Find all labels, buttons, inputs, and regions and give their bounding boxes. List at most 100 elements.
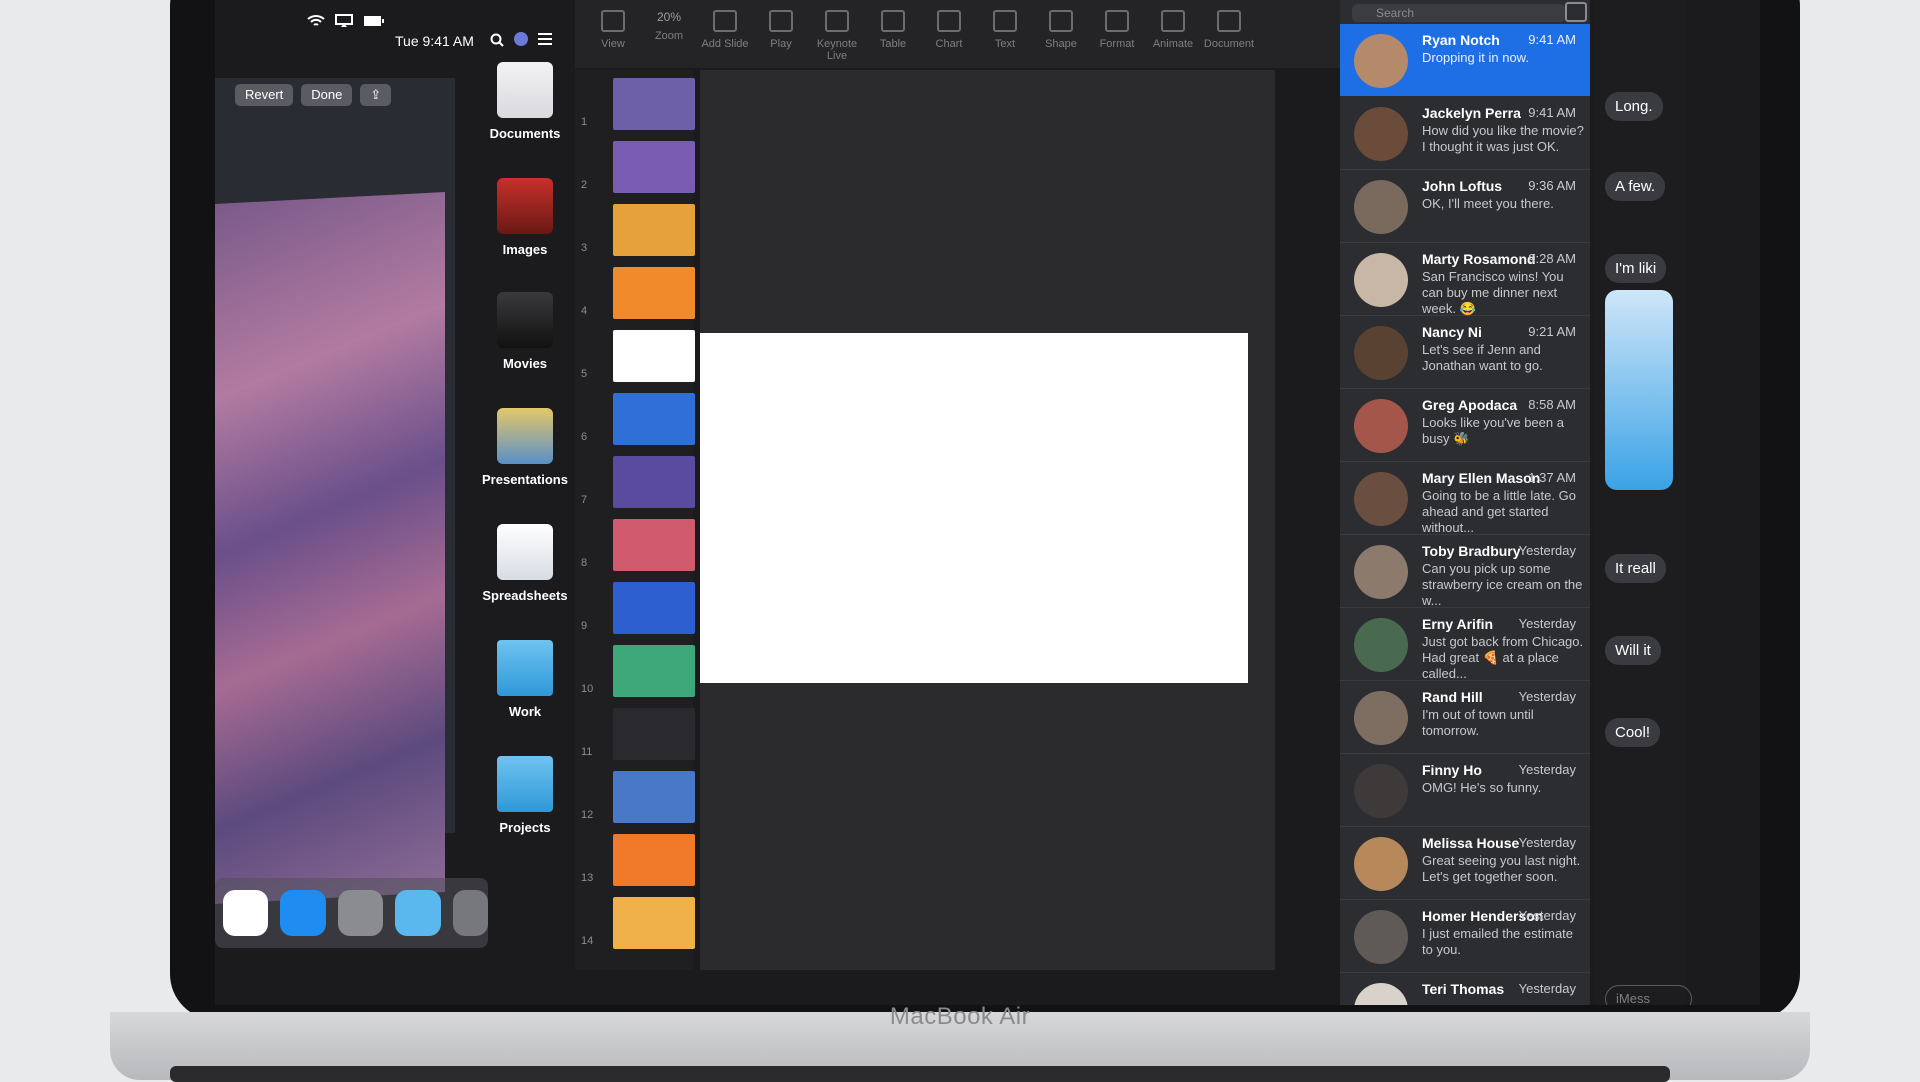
slide-number: 13 bbox=[581, 872, 594, 884]
search-input[interactable]: Search bbox=[1352, 4, 1566, 22]
contact-name: Finny Ho bbox=[1422, 762, 1482, 778]
slide-thumbnail[interactable] bbox=[613, 519, 695, 571]
slide-thumbnail[interactable] bbox=[613, 78, 695, 130]
toolbar-view[interactable]: View bbox=[585, 10, 641, 50]
folder-icon bbox=[497, 756, 553, 812]
dock bbox=[215, 878, 489, 948]
message-time: Yesterday bbox=[1518, 689, 1576, 704]
conversation-row[interactable]: Greg Apodaca 8:58 AM Looks like you've bee… bbox=[1340, 389, 1590, 462]
toolbar-label: Format bbox=[1099, 38, 1135, 50]
slide-number: 10 bbox=[581, 683, 594, 695]
slide-thumbnail[interactable] bbox=[613, 771, 695, 823]
message-preview: Great seeing you last night. Let's get t… bbox=[1422, 853, 1581, 884]
conversation-row[interactable]: Teri Thomas Yesterday bbox=[1340, 973, 1590, 1005]
message-time: 9:41 AM bbox=[1528, 32, 1576, 47]
message-preview: Looks like you've been a busy 🐝 bbox=[1422, 415, 1564, 446]
conversation-row[interactable]: Toby Bradbury Yesterday Can you pick up so… bbox=[1340, 535, 1590, 608]
conversation-row[interactable]: John Loftus 9:36 AM OK, I'll meet you ther… bbox=[1340, 170, 1590, 243]
conversation-row[interactable]: Melissa House Yesterday Great seeing you l… bbox=[1340, 827, 1590, 900]
stack-label: Presentations bbox=[482, 472, 568, 487]
toolbar-keynote-live[interactable]: Keynote Live bbox=[809, 10, 865, 62]
slide-thumbnail[interactable] bbox=[613, 204, 695, 256]
screen: Tue 9:41 AM Revert Done ⇪ Documents Imag… bbox=[215, 0, 1760, 1005]
presentations-icon bbox=[497, 408, 553, 464]
shape-icon bbox=[1049, 10, 1073, 32]
desktop-stacks: Documents Images Movies Presentations Sp… bbox=[455, 40, 595, 900]
slide-number: 1 bbox=[581, 116, 588, 128]
slide-thumbnail[interactable] bbox=[613, 141, 695, 193]
slide-thumbnail[interactable] bbox=[613, 267, 695, 319]
toolbar-zoom[interactable]: 20% Zoom bbox=[641, 10, 697, 42]
slide-number: 12 bbox=[581, 809, 594, 821]
toolbar-shape[interactable]: Shape bbox=[1033, 10, 1089, 50]
done-button[interactable]: Done bbox=[301, 84, 353, 106]
stack-presentations[interactable]: Presentations bbox=[455, 408, 595, 487]
airplay-icon[interactable] bbox=[335, 14, 353, 28]
documents-icon bbox=[497, 62, 553, 118]
current-slide[interactable] bbox=[700, 333, 1248, 683]
photo-attachment[interactable] bbox=[1605, 290, 1673, 490]
avatar bbox=[1354, 472, 1408, 526]
imessage-input[interactable]: iMess bbox=[1605, 985, 1692, 1005]
conversation-row[interactable]: Finny Ho Yesterday OMG! He's so funny. bbox=[1340, 754, 1590, 827]
slide-thumbnail[interactable] bbox=[613, 330, 695, 382]
message-bubble: Will it bbox=[1605, 636, 1661, 665]
toolbar-format[interactable]: Format bbox=[1089, 10, 1145, 50]
avatar bbox=[1354, 180, 1408, 234]
slide-number: 11 bbox=[581, 746, 593, 758]
toolbar-label: Text bbox=[994, 38, 1016, 50]
conversation-row[interactable]: Homer Henderson Yesterday I just emailed t… bbox=[1340, 900, 1590, 973]
conversation-row[interactable]: Rand Hill Yesterday I'm out of town until … bbox=[1340, 681, 1590, 754]
itunes-icon[interactable] bbox=[223, 890, 269, 936]
battery-icon[interactable] bbox=[363, 14, 384, 28]
conversation-row[interactable]: Ryan Notch 9:41 AM Dropping it in now. bbox=[1340, 24, 1590, 96]
compose-icon[interactable] bbox=[1565, 2, 1587, 22]
slide-thumbnail[interactable] bbox=[613, 456, 695, 508]
toolbar-document[interactable]: Document bbox=[1201, 10, 1257, 50]
message-preview: Just got back from Chicago. Had great 🍕 … bbox=[1422, 634, 1584, 681]
slide-number: 2 bbox=[581, 179, 588, 191]
trash-icon[interactable] bbox=[452, 890, 489, 936]
slide-thumbnail[interactable] bbox=[613, 645, 695, 697]
share-button[interactable]: ⇪ bbox=[360, 84, 392, 106]
stack-spreadsheets[interactable]: Spreadsheets bbox=[455, 524, 595, 603]
toolbar-add-slide[interactable]: Add Slide bbox=[697, 10, 753, 50]
stack-label: Documents bbox=[489, 126, 561, 141]
conversation-row[interactable]: Erny Arifin Yesterday Just got back from C… bbox=[1340, 608, 1590, 681]
app-store-icon[interactable] bbox=[280, 890, 326, 936]
spreadsheets-icon bbox=[497, 524, 553, 580]
message-bubble: It reall bbox=[1605, 554, 1666, 583]
toolbar-play[interactable]: Play bbox=[753, 10, 809, 50]
toolbar-text[interactable]: Text bbox=[977, 10, 1033, 50]
conversation-row[interactable]: Mary Ellen Mason 1:37 AM Going to be a lit… bbox=[1340, 462, 1590, 535]
conversation-row[interactable]: Marty Rosamond 9:28 AM San Francisco wins!… bbox=[1340, 243, 1590, 316]
chart-icon bbox=[937, 10, 961, 32]
photo-preview[interactable] bbox=[215, 191, 445, 905]
revert-button[interactable]: Revert bbox=[235, 84, 294, 106]
wifi-icon[interactable] bbox=[307, 14, 325, 28]
slide-thumbnail[interactable] bbox=[613, 393, 695, 445]
message-time: 9:41 AM bbox=[1528, 105, 1576, 120]
keynote-live-icon bbox=[825, 10, 849, 32]
stack-movies[interactable]: Movies bbox=[455, 292, 595, 371]
stack-documents[interactable]: Documents bbox=[455, 62, 595, 141]
downloads-folder-icon[interactable] bbox=[395, 890, 441, 936]
slide-thumbnail[interactable] bbox=[613, 582, 695, 634]
stack-label: Projects bbox=[499, 820, 551, 835]
stack-images[interactable]: Images bbox=[455, 178, 595, 257]
contact-name: Erny Arifin bbox=[1422, 616, 1494, 632]
toolbar-chart[interactable]: Chart bbox=[921, 10, 977, 50]
slide-thumbnail[interactable] bbox=[613, 834, 695, 886]
system-preferences-icon[interactable] bbox=[337, 890, 384, 936]
conversation-row[interactable]: Jackelyn Perra 9:41 AM How did you like th… bbox=[1340, 97, 1590, 170]
slide-thumbnail[interactable] bbox=[613, 708, 695, 760]
slide-number: 9 bbox=[581, 620, 588, 632]
toolbar-animate[interactable]: Animate bbox=[1145, 10, 1201, 50]
slide-thumbnail[interactable] bbox=[613, 897, 695, 949]
toolbar-table[interactable]: Table bbox=[865, 10, 921, 50]
stack-label: Movies bbox=[502, 356, 548, 371]
stack-projects[interactable]: Projects bbox=[455, 756, 595, 835]
toolbar-label: Play bbox=[770, 38, 792, 50]
stack-work[interactable]: Work bbox=[455, 640, 595, 719]
conversation-row[interactable]: Nancy Ni 9:21 AM Let's see if Jenn and Jon… bbox=[1340, 316, 1590, 389]
